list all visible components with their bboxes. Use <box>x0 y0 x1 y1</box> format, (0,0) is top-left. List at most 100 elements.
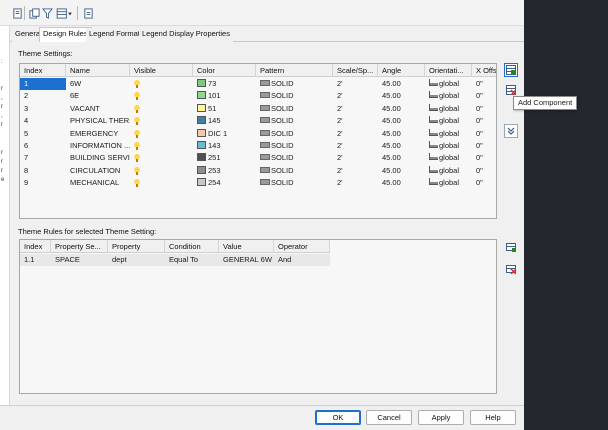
left-strip-fragment: r <box>1 104 3 110</box>
column-header-color[interactable]: Color <box>193 64 256 77</box>
lightbulb-icon[interactable] <box>134 166 140 175</box>
lightbulb-icon[interactable] <box>134 129 140 138</box>
theme-rules-grid[interactable]: Index Property Se... Property Condition … <box>19 239 497 394</box>
pattern-value: SOLID <box>271 91 294 101</box>
export-icon[interactable] <box>82 7 94 19</box>
column-header-condition[interactable]: Condition <box>165 240 219 253</box>
column-header-index[interactable]: Index <box>20 64 66 77</box>
rule-row[interactable]: 1.1 SPACE dept Equal To GENERAL 6W And <box>20 254 330 266</box>
color-value: 143 <box>208 141 221 150</box>
cell-name: EMERGENCY <box>70 128 119 138</box>
column-header-orientation[interactable]: Orientati... <box>425 64 472 77</box>
lightbulb-icon[interactable] <box>134 142 140 150</box>
cell-index: 2 <box>24 91 29 101</box>
cell-name: BUILDING SERVI... <box>70 153 130 163</box>
lightbulb-icon[interactable] <box>134 117 140 126</box>
theme-setting-row[interactable]: 3 VACANT 51 SOLID 2' 45.00 global 0" <box>20 103 496 115</box>
theme-setting-row[interactable]: 9 MECHANICAL 254 SOLID 2' 45.00 global 0" <box>20 177 496 189</box>
tab-legend-display-properties[interactable]: Legend Display Properties <box>139 28 233 42</box>
cell-orientation: global <box>425 115 472 127</box>
lightbulb-icon[interactable] <box>134 154 140 163</box>
rule-property: dept <box>112 255 127 264</box>
left-strip-fragment: r <box>1 122 3 128</box>
cell-pattern: SOLID <box>256 152 333 164</box>
theme-setting-row[interactable]: 5 EMERGENCY DIC 1 SOLID 2' 45.00 global 0" <box>20 128 496 140</box>
cell-pattern: SOLID <box>256 103 333 115</box>
column-header-operator[interactable]: Operator <box>274 240 330 253</box>
pattern-icon <box>260 142 270 148</box>
document-icon[interactable] <box>11 7 23 19</box>
theme-setting-row[interactable]: 6 INFORMATION ... 143 SOLID 2' 45.00 global 0" <box>20 140 496 152</box>
pattern-icon <box>260 154 270 161</box>
design-rules-panel: Theme Settings: Index Name Visible Color… <box>10 42 524 405</box>
column-header-scale[interactable]: Scale/Sp... <box>333 64 378 77</box>
cell-visible <box>130 177 193 189</box>
left-strip-fragment: : <box>1 59 3 65</box>
orientation-value: global <box>439 165 460 175</box>
orientation-icon <box>429 116 438 124</box>
lightbulb-icon[interactable] <box>134 179 140 188</box>
rule-condition: Equal To <box>169 255 199 264</box>
lightbulb-icon[interactable] <box>134 80 140 88</box>
color-swatch <box>197 91 206 100</box>
collapse-button[interactable] <box>504 124 518 138</box>
rule-operator: And <box>278 255 292 264</box>
color-value: 145 <box>208 116 221 126</box>
help-button[interactable]: Help <box>470 410 516 425</box>
pattern-icon <box>260 80 270 86</box>
column-header-property[interactable]: Property <box>108 240 165 253</box>
filter-icon[interactable] <box>41 7 53 19</box>
column-header-x-offset[interactable]: X Offs <box>472 64 496 77</box>
cell-visible <box>130 103 193 115</box>
cell-angle: 45.00 <box>382 128 401 138</box>
remove-theme-setting-button[interactable] <box>504 83 518 97</box>
column-header-name[interactable]: Name <box>66 64 130 77</box>
theme-setting-row[interactable]: 2 6E 101 SOLID 2' 45.00 global 0" <box>20 90 496 102</box>
ok-button[interactable]: OK <box>315 410 361 425</box>
orientation-value: global <box>439 141 460 150</box>
theme-setting-row[interactable]: 4 PHYSICAL THER... 145 SOLID 2' 45.00 global 0" <box>20 115 496 127</box>
lightbulb-icon[interactable] <box>134 92 140 101</box>
cell-x-offset: 0" <box>476 141 483 150</box>
apply-button[interactable]: Apply <box>418 410 464 425</box>
cell-angle: 45.00 <box>382 116 401 126</box>
theme-setting-row[interactable]: 1 6W 73 SOLID 2' 45.00 global 0" <box>20 78 496 90</box>
pattern-icon <box>260 166 270 173</box>
tab-legend-format[interactable]: Legend Format <box>86 28 143 42</box>
lightbulb-icon[interactable] <box>134 104 140 113</box>
tab-design-rules[interactable]: Design Rules <box>39 27 92 43</box>
cell-x-offset: 0" <box>476 116 483 126</box>
column-header-value[interactable]: Value <box>219 240 274 253</box>
copy-icon[interactable] <box>28 7 40 19</box>
cell-scale: 2' <box>337 116 343 126</box>
cell-color: 73 <box>193 78 256 90</box>
cell-pattern: SOLID <box>256 115 333 127</box>
cell-color: 254 <box>193 177 256 189</box>
cell-angle: 45.00 <box>382 165 401 175</box>
column-header-visible[interactable]: Visible <box>130 64 193 77</box>
color-value: 101 <box>208 91 221 101</box>
remove-rule-button[interactable] <box>504 262 518 276</box>
theme-setting-row[interactable]: 7 BUILDING SERVI... 251 SOLID 2' 45.00 global 0… <box>20 152 496 164</box>
color-swatch <box>197 79 206 87</box>
pattern-value: SOLID <box>271 103 294 113</box>
theme-settings-grid[interactable]: Index Name Visible Color Pattern Scale/S… <box>19 63 497 219</box>
theme-setting-row[interactable]: 8 CIRCULATION 253 SOLID 2' 45.00 global 0" <box>20 165 496 177</box>
pattern-value: SOLID <box>271 178 294 188</box>
cell-orientation: global <box>425 103 472 115</box>
cancel-button[interactable]: Cancel <box>366 410 412 425</box>
table-dropdown-icon[interactable] <box>55 7 73 19</box>
column-header-pattern[interactable]: Pattern <box>256 64 333 77</box>
column-header-property-set[interactable]: Property Se... <box>51 240 108 253</box>
add-theme-setting-button[interactable] <box>504 63 518 77</box>
column-header-angle[interactable]: Angle <box>378 64 425 77</box>
cell-color: 101 <box>193 90 256 102</box>
cell-scale: 2' <box>337 141 343 150</box>
cell-pattern: SOLID <box>256 78 333 90</box>
pattern-icon <box>260 129 270 136</box>
color-value: 73 <box>208 79 217 88</box>
cell-name: CIRCULATION <box>70 165 121 175</box>
add-rule-button[interactable] <box>504 240 518 254</box>
color-value: 51 <box>208 103 217 113</box>
column-header-rule-index[interactable]: Index <box>20 240 51 253</box>
